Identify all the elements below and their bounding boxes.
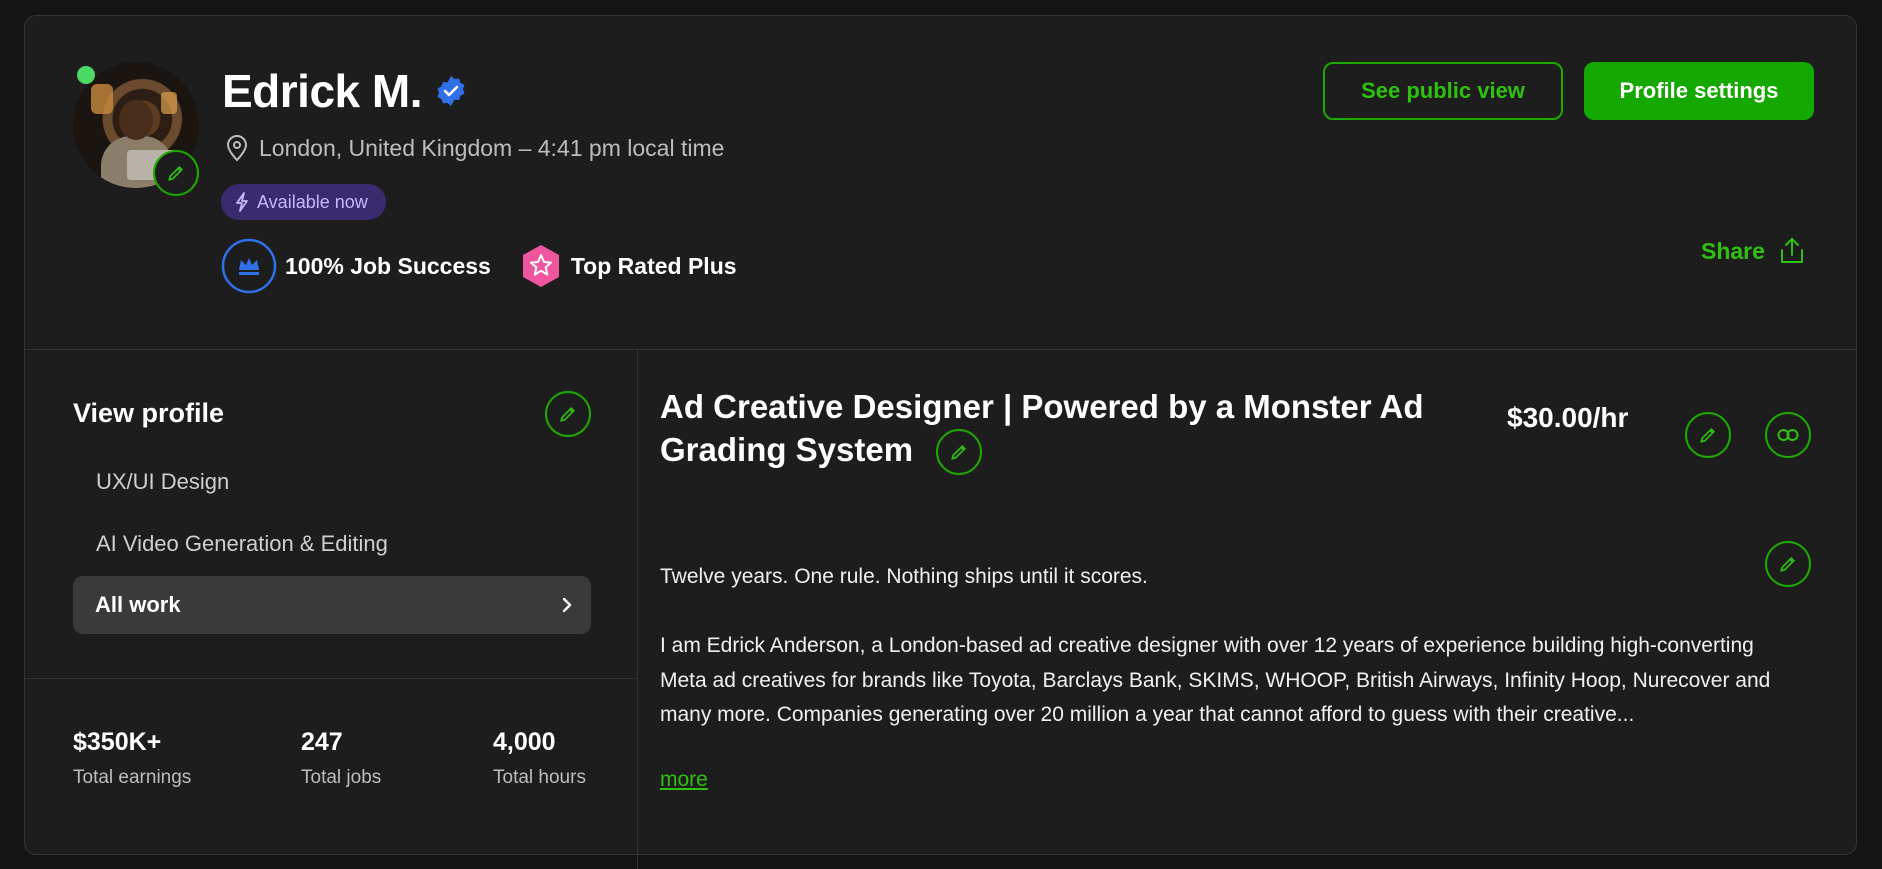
view-profile-heading: View profile (73, 398, 225, 428)
availability-text: Available now (257, 191, 368, 212)
pencil-icon (168, 165, 184, 181)
badges-row: 100% Job Success Top Rated Plus (221, 238, 737, 294)
sidebar-item-all-work[interactable]: All work (73, 576, 591, 634)
sidebar-item-ux-ui-design[interactable]: UX/UI Design (96, 469, 229, 495)
all-work-label: All work (95, 592, 181, 617)
online-status-dot (77, 66, 95, 84)
hourly-rate: $30.00/hr (1507, 402, 1629, 433)
location-pin-icon (226, 135, 248, 162)
pencil-icon (560, 406, 576, 422)
copy-link-button[interactable] (1765, 412, 1811, 458)
stat-total-hours: 4,000 Total hours (493, 728, 586, 789)
stat-value: 4,000 (493, 728, 556, 756)
crown-icon (221, 238, 277, 294)
stat-label: Total jobs (301, 767, 382, 788)
stat-total-jobs: 247 Total jobs (301, 728, 381, 789)
edit-overview-button[interactable] (1765, 541, 1811, 587)
location-text: London, United Kingdom – 4:41 pm local t… (259, 134, 725, 161)
location-line: London, United Kingdom – 4:41 pm local t… (225, 134, 724, 162)
edit-avatar-button[interactable] (153, 150, 199, 196)
stat-value: $350K+ (73, 728, 162, 756)
chevron-right-icon (562, 597, 572, 613)
see-public-view-button[interactable]: See public view (1323, 62, 1563, 120)
overview-body: I am Edrick Anderson, a London-based ad … (660, 634, 1771, 726)
verified-badge-icon (437, 76, 465, 106)
profile-settings-button[interactable]: Profile settings (1584, 62, 1814, 120)
overview-intro: Twelve years. One rule. Nothing ships un… (660, 565, 1148, 588)
more-link[interactable]: more (660, 768, 708, 792)
stat-label: Total earnings (73, 767, 192, 788)
sidebar-divider (25, 678, 637, 679)
edit-title-button[interactable] (936, 429, 983, 476)
edit-rate-button[interactable] (1685, 412, 1731, 458)
job-success-badge[interactable]: 100% Job Success (221, 238, 491, 294)
top-rated-text: Top Rated Plus (570, 252, 737, 279)
star-badge-icon (522, 245, 559, 287)
lightning-icon (236, 192, 248, 212)
sidebar-item-ai-video[interactable]: AI Video Generation & Editing (96, 531, 388, 557)
share-button[interactable]: Share (1701, 236, 1807, 266)
pencil-icon (1700, 427, 1716, 443)
top-rated-badge[interactable]: Top Rated Plus (519, 243, 737, 289)
profile-title: Ad Creative Designer | Powered by a Mons… (660, 385, 1440, 476)
edit-specialties-button[interactable] (545, 391, 591, 437)
stat-value: 247 (301, 728, 343, 756)
profile-header: Edrick M. London, United Kingdom – 4:41 … (25, 16, 1856, 350)
profile-name: Edrick M. (222, 65, 423, 117)
link-icon (1777, 429, 1799, 441)
stat-label: Total hours (493, 767, 586, 788)
availability-badge[interactable]: Available now (221, 184, 386, 220)
stat-total-earnings: $350K+ Total earnings (73, 728, 191, 789)
share-label: Share (1701, 237, 1765, 264)
profile-title-text: Ad Creative Designer | Powered by a Mons… (660, 388, 1424, 468)
share-icon (1780, 238, 1803, 263)
job-success-text: 100% Job Success (285, 252, 491, 279)
pencil-icon (951, 445, 967, 461)
pencil-icon (1780, 556, 1796, 572)
